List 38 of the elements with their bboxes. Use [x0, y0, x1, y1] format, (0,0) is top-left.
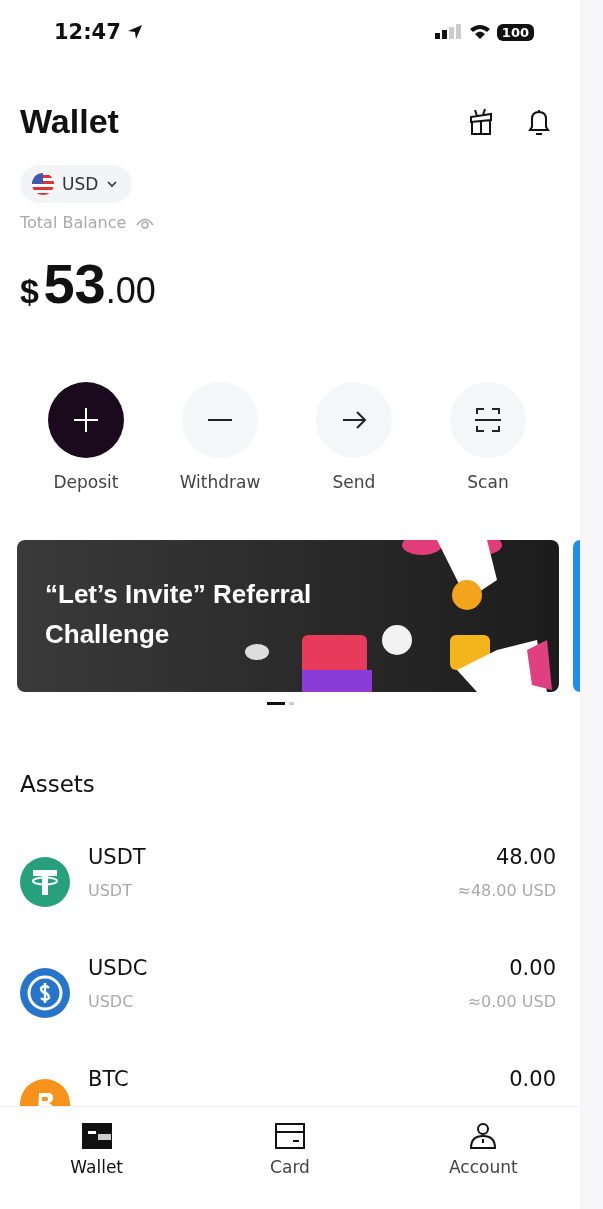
tab-icon [273, 1121, 307, 1151]
section-title: Assets [20, 771, 96, 797]
balance-amount: $53.00 [20, 256, 157, 312]
location-arrow-icon [126, 24, 143, 40]
dollar-coin-icon [20, 968, 70, 1018]
action-label: Withdraw [179, 472, 261, 492]
action-label: Scan [467, 472, 509, 492]
asset-row[interactable]: BTC 0.00 [0, 1063, 580, 1106]
action-label: Send [332, 472, 376, 492]
referral-banner[interactable]: “Let’s Invite” Referral Challenge [17, 540, 559, 692]
tab-icon [79, 1121, 114, 1151]
asset-row[interactable]: USDC 0.00 USDC ≈0.00 USD [0, 952, 580, 1063]
asset-name: USDT [88, 845, 146, 869]
currency-selector[interactable]: USD [20, 165, 133, 203]
asset-symbol: USDT [88, 881, 132, 900]
signal-icon [434, 24, 463, 40]
asset-row[interactable]: USDT 48.00 USDT ≈48.00 USD [0, 841, 580, 952]
asset-usd-value: ≈0.00 USD [467, 992, 556, 1011]
page-title: Wallet [20, 102, 120, 141]
wifi-icon [468, 24, 491, 40]
status-time: 12:47 [54, 20, 121, 44]
tether-coin-icon [20, 857, 70, 907]
total-balance-label: Total Balance [20, 213, 127, 232]
battery-indicator: 100 [496, 23, 534, 41]
wallet-tab[interactable]: Wallet [41, 1121, 152, 1177]
flag-icon [32, 173, 54, 195]
banner-title: “Let’s Invite” Referral Challenge [45, 578, 313, 652]
card-tab[interactable]: Card [235, 1121, 345, 1177]
asset-amount: 48.00 [495, 845, 556, 869]
asset-amount: 0.00 [509, 1067, 556, 1091]
asset-amount: 0.00 [509, 956, 556, 980]
asset-usd-value: ≈48.00 USD [457, 881, 556, 900]
asset-name: USDC [88, 956, 148, 980]
chevron-down-icon [106, 180, 119, 188]
asset-name: BTC [88, 1067, 129, 1091]
account-tab[interactable]: Account [428, 1121, 539, 1177]
asset-symbol: USDC [88, 992, 134, 1011]
action-label: Deposit [53, 472, 119, 492]
